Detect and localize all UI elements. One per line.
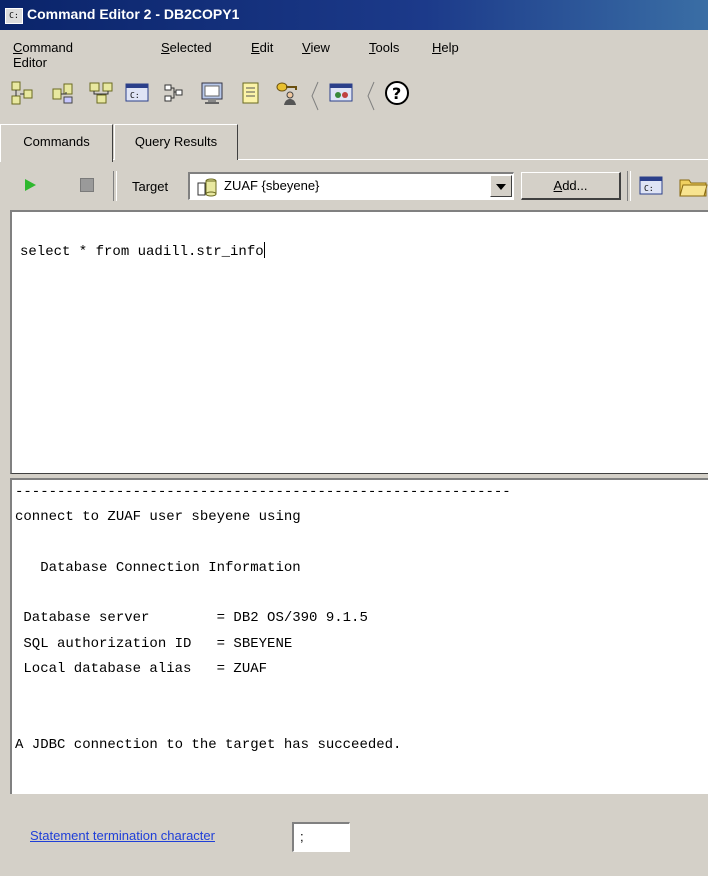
menu-selected[interactable]: Selected <box>161 40 212 55</box>
output-line: Local database alias = ZUAF <box>15 661 268 678</box>
svg-text:?: ? <box>392 84 401 103</box>
target-dropdown[interactable]: ZUAF {sbeyene} <box>188 172 514 200</box>
tab-commands[interactable]: Commands <box>0 124 113 162</box>
output-line: connect to ZUAF user sbeyene using <box>15 509 301 526</box>
output-line: Database Connection Information <box>15 559 301 576</box>
chevron-down-icon[interactable] <box>490 175 512 197</box>
command-window-icon[interactable]: C: <box>124 80 150 106</box>
menu-view[interactable]: View <box>302 40 330 55</box>
db-hierarchy-icon[interactable] <box>88 80 114 106</box>
add-button[interactable]: Add... <box>521 172 621 200</box>
svg-text:C:: C: <box>130 91 140 100</box>
menu-edit[interactable]: Edit <box>251 40 273 55</box>
command-window-icon[interactable]: C: <box>638 173 664 199</box>
run-icon[interactable] <box>25 179 36 191</box>
command-editor-window: C: Command Editor 2 - DB2COPY1 Command E… <box>0 0 708 876</box>
editor-line: select * from uadill.str_info <box>20 242 265 260</box>
svg-text:C:: C: <box>644 184 654 193</box>
console-icon[interactable] <box>328 80 354 106</box>
main-toolbar: C: ? <box>0 76 708 112</box>
stop-icon[interactable] <box>80 178 94 192</box>
database-icon <box>197 178 217 197</box>
output-pane[interactable]: ----------------------------------------… <box>10 478 708 794</box>
output-line: A JDBC connection to the target has succ… <box>15 736 402 753</box>
termination-character-input[interactable]: ; <box>292 822 350 852</box>
toolbar-separator <box>367 81 375 111</box>
output-line: ----------------------------------------… <box>15 484 511 500</box>
menu-help[interactable]: Help <box>432 40 459 55</box>
command-editor-textarea[interactable]: select * from uadill.str_info <box>10 210 708 474</box>
window-title: Command Editor 2 - DB2COPY1 <box>27 6 240 22</box>
toolbar-separator <box>627 171 631 201</box>
title-bar[interactable]: C: Command Editor 2 - DB2COPY1 <box>0 0 708 30</box>
output-text: ----------------------------------------… <box>15 480 511 758</box>
termination-character-link[interactable]: Statement termination character <box>30 828 215 843</box>
target-label: Target <box>132 179 169 194</box>
db-connect-icon[interactable] <box>50 80 76 106</box>
sql-text: select * from uadill.str_info <box>20 244 264 260</box>
text-caret <box>263 242 265 258</box>
command-toolbar: Target ZUAF {sbeyene} Add... C: <box>10 167 708 205</box>
help-icon[interactable]: ? <box>384 80 410 106</box>
db-tree-icon[interactable] <box>10 80 36 106</box>
menu-command-editor[interactable]: Command Editor <box>13 40 73 70</box>
toolbar-separator <box>311 81 319 111</box>
menu-tools[interactable]: Tools <box>369 40 399 55</box>
task-center-icon[interactable] <box>199 80 225 106</box>
output-line: Database server = DB2 OS/390 9.1.5 <box>15 610 368 627</box>
add-button-label: Add... <box>553 178 588 193</box>
status-panel: Statement termination character ; <box>10 796 708 876</box>
open-folder-icon[interactable] <box>678 173 708 199</box>
toolbar-separator <box>113 171 117 201</box>
output-line: SQL authorization ID = SBEYENE <box>15 635 293 652</box>
tab-strip: Commands Query Results <box>0 124 708 162</box>
tab-query-results[interactable]: Query Results <box>114 124 238 160</box>
key-user-icon[interactable] <box>274 80 300 106</box>
cmd-window-icon: C: <box>5 8 23 24</box>
journal-icon[interactable] <box>238 80 264 106</box>
network-icon[interactable] <box>162 80 188 106</box>
target-value: ZUAF {sbeyene} <box>224 178 320 193</box>
